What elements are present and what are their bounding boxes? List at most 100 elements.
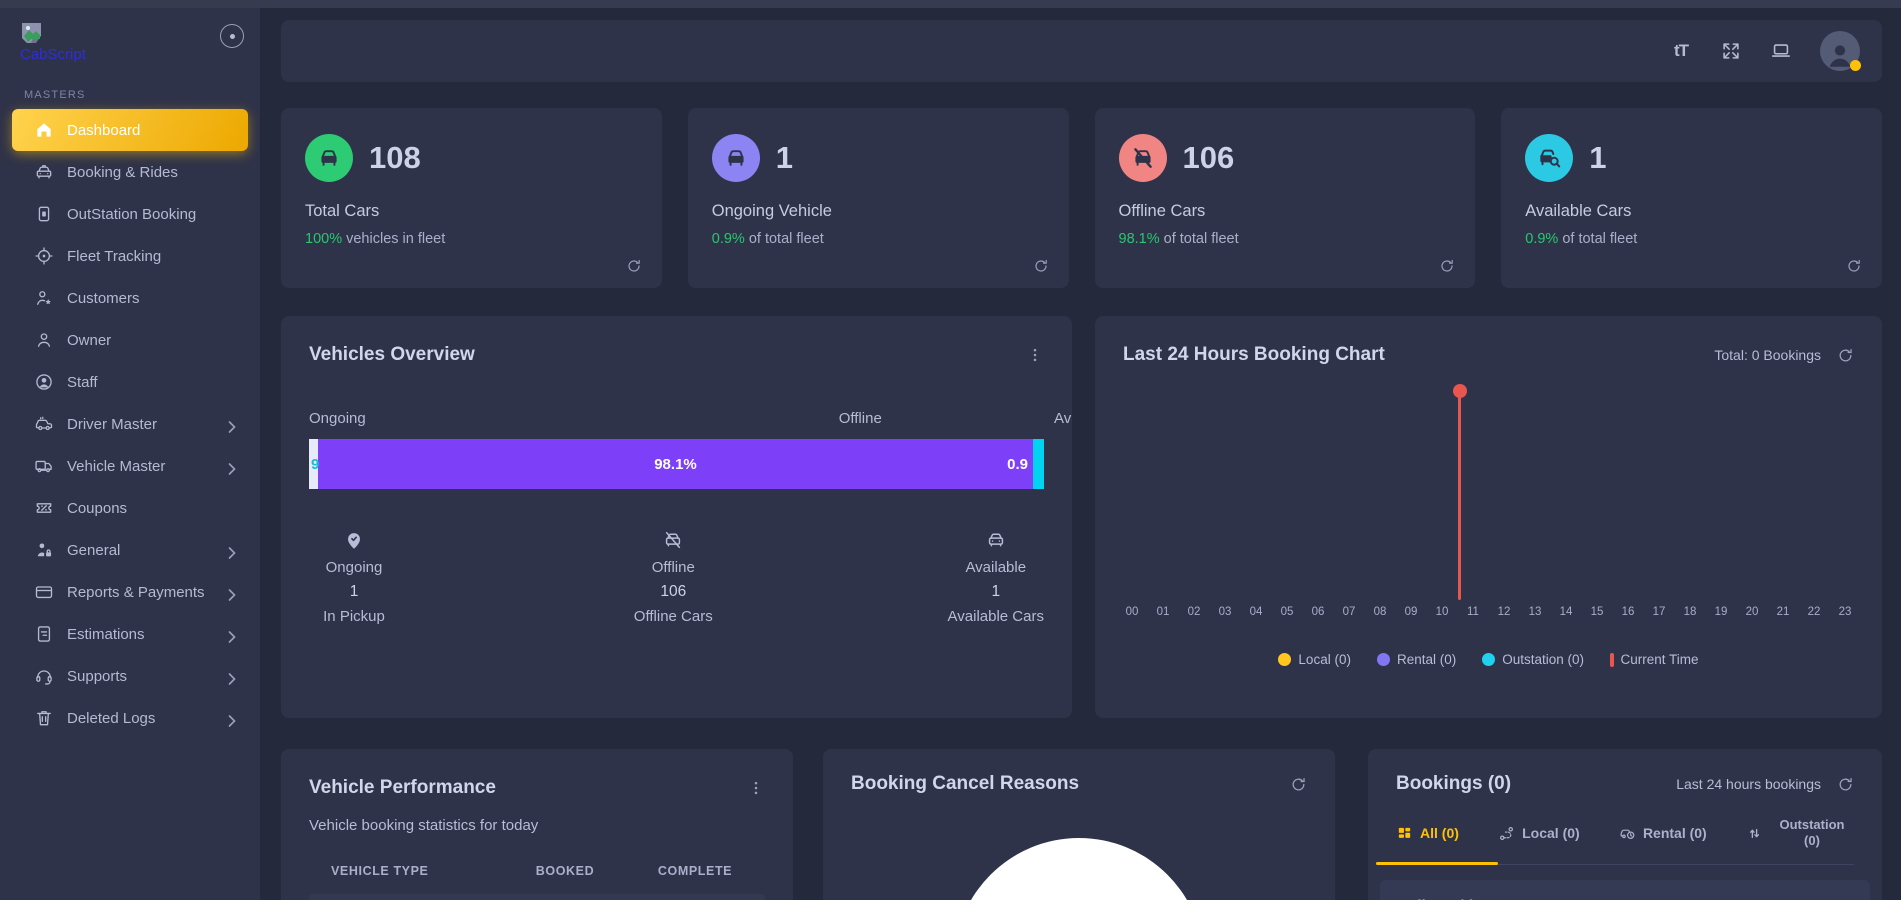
overview-stat-ongoing: Ongoing 1 In Pickup bbox=[309, 529, 399, 625]
booking-chart-x-axis: 00 01 02 03 04 05 06 07 08 09 10 11 12 13 14 15 … bbox=[1125, 606, 1852, 618]
sidebar-item-general[interactable]: General bbox=[12, 529, 248, 571]
sidebar-item-outstation-booking[interactable]: OutStation Booking bbox=[12, 193, 248, 235]
user-star-icon bbox=[34, 288, 54, 308]
sidebar-item-fleet-tracking[interactable]: Fleet Tracking bbox=[12, 235, 248, 277]
app-root: CabScript MASTERS Dashboard Booking & Ri… bbox=[0, 0, 1901, 900]
booking-chart-plot-area[interactable] bbox=[1123, 372, 1854, 600]
car-side-icon bbox=[34, 414, 54, 434]
bookings-subtitle: Last 24 hours bookings bbox=[1676, 776, 1821, 792]
panel-title: Booking Cancel Reasons bbox=[851, 773, 1080, 794]
panel-title: Vehicle Performance bbox=[309, 777, 496, 798]
grid-icon bbox=[1398, 827, 1411, 838]
sidebar-item-label: Owner bbox=[67, 331, 112, 349]
outstation-dot-icon bbox=[1482, 653, 1496, 666]
sidebar-item-label: Dashboard bbox=[67, 121, 141, 139]
stat-value: 1 bbox=[775, 140, 793, 175]
sidebar-item-dashboard[interactable]: Dashboard bbox=[12, 109, 248, 151]
header-bar: tT bbox=[281, 20, 1882, 82]
sidebar-item-label: Reports & Payments bbox=[67, 583, 205, 601]
label-available: Available bbox=[1054, 410, 1072, 427]
brand-name: CabScript bbox=[20, 46, 86, 63]
tab-outstation[interactable]: Outstation (0) bbox=[1746, 817, 1854, 850]
refresh-icon[interactable] bbox=[1837, 776, 1854, 793]
sidebar-item-label: Estimations bbox=[67, 625, 145, 643]
tab-rental[interactable]: Rental (0) bbox=[1619, 825, 1707, 842]
sidebar-item-deleted-logs[interactable]: Deleted Logs bbox=[12, 697, 248, 739]
chevron-right-icon bbox=[222, 711, 236, 727]
chevron-right-icon bbox=[222, 585, 236, 601]
vehicles-overview-panel: Vehicles Overview Ongoing Offline Availa… bbox=[281, 316, 1072, 718]
stat-value: 108 bbox=[369, 140, 421, 175]
tab-local[interactable]: Local (0) bbox=[1498, 825, 1580, 842]
bar-segment-available[interactable] bbox=[1033, 439, 1044, 489]
bar-label-ongoing-clipped: 9 bbox=[311, 455, 320, 473]
refresh-icon[interactable] bbox=[1439, 258, 1455, 274]
table-row[interactable] bbox=[309, 894, 765, 900]
user-lock-icon bbox=[34, 540, 54, 560]
brand-logo[interactable]: CabScript bbox=[0, 8, 260, 63]
stat-label: Ongoing Vehicle bbox=[711, 202, 832, 220]
refresh-icon[interactable] bbox=[626, 258, 642, 274]
stat-card-total-cars: 108 Total Cars 100% vehicles in fleet bbox=[281, 108, 662, 288]
sidebar-item-label: Supports bbox=[67, 667, 128, 685]
sidebar-item-estimations[interactable]: Estimations bbox=[12, 613, 248, 655]
vehicle-performance-panel: Vehicle Performance Vehicle booking stat… bbox=[281, 749, 793, 900]
user-icon bbox=[34, 330, 54, 350]
sidebar-pin-toggle-icon[interactable] bbox=[220, 24, 244, 48]
sidebar-item-coupons[interactable]: Coupons bbox=[12, 487, 248, 529]
car-front-icon bbox=[305, 134, 353, 182]
sidebar-item-label: OutStation Booking bbox=[67, 205, 197, 223]
cancel-reasons-pie-chart[interactable] bbox=[954, 838, 1204, 900]
refresh-icon[interactable] bbox=[1290, 776, 1307, 793]
sidebar-item-label: Deleted Logs bbox=[67, 709, 156, 727]
sidebar-item-vehicle-master[interactable]: Vehicle Master bbox=[12, 445, 248, 487]
laptop-icon[interactable] bbox=[1770, 40, 1792, 62]
sidebar-item-supports[interactable]: Supports bbox=[12, 655, 248, 697]
stat-value: 106 bbox=[1182, 140, 1235, 175]
top-scrollbar-strip[interactable] bbox=[0, 0, 1901, 8]
sidebar-item-label: Fleet Tracking bbox=[67, 247, 162, 265]
col-header-vehicle-type: VEHICLE TYPE bbox=[331, 864, 429, 878]
vehicles-overview-stacked-bar[interactable]: 98.1% 9 0.9 bbox=[309, 439, 1044, 489]
sidebar-item-booking-rides[interactable]: Booking & Rides bbox=[12, 151, 248, 193]
chevron-right-icon bbox=[222, 543, 236, 559]
refresh-icon[interactable] bbox=[1033, 258, 1049, 274]
more-options-icon[interactable] bbox=[747, 779, 765, 797]
current-time-marker bbox=[1457, 390, 1462, 600]
text-size-icon[interactable]: tT bbox=[1670, 40, 1692, 62]
booking-cancel-reasons-panel: Booking Cancel Reasons bbox=[823, 749, 1335, 900]
booking-chart-panel: Last 24 Hours Booking Chart Total: 0 Boo… bbox=[1095, 316, 1882, 718]
sidebar-item-label: General bbox=[67, 541, 121, 559]
tab-all[interactable]: All (0) bbox=[1396, 825, 1459, 842]
vehicles-icon bbox=[34, 456, 54, 476]
stat-label: Offline Cars bbox=[1118, 202, 1206, 220]
bookings-panel: Bookings (0) Last 24 hours bookings All … bbox=[1368, 749, 1882, 900]
overview-stats: Ongoing 1 In Pickup Offline 106 Offline … bbox=[309, 529, 1044, 625]
sidebar-section-label: MASTERS bbox=[24, 89, 86, 101]
sidebar-menu: Dashboard Booking & Rides OutStation Boo… bbox=[0, 109, 260, 739]
panel-subtitle: Vehicle booking statistics for today bbox=[309, 817, 539, 834]
credit-card-icon bbox=[34, 582, 54, 602]
sidebar-item-driver-master[interactable]: Driver Master bbox=[12, 403, 248, 445]
sidebar-item-reports-payments[interactable]: Reports & Payments bbox=[12, 571, 248, 613]
refresh-icon[interactable] bbox=[1837, 347, 1854, 364]
sidebar: CabScript MASTERS Dashboard Booking & Ri… bbox=[0, 8, 260, 900]
sidebar-item-label: Customers bbox=[67, 289, 140, 307]
sidebar-item-staff[interactable]: Staff bbox=[12, 361, 248, 403]
sidebar-item-owner[interactable]: Owner bbox=[12, 319, 248, 361]
user-circle-icon bbox=[34, 372, 54, 392]
headset-icon bbox=[34, 666, 54, 686]
bar-segment-offline[interactable]: 98.1% bbox=[318, 439, 1033, 489]
tabs-underline bbox=[1376, 861, 1854, 866]
refresh-icon[interactable] bbox=[1846, 258, 1862, 274]
route-icon bbox=[1500, 826, 1514, 840]
user-avatar[interactable] bbox=[1820, 31, 1861, 71]
active-tab-indicator bbox=[1376, 861, 1498, 865]
chevron-right-icon bbox=[222, 627, 236, 643]
sidebar-item-customers[interactable]: Customers bbox=[12, 277, 248, 319]
fullscreen-icon[interactable] bbox=[1720, 40, 1742, 62]
overview-bar-labels: Ongoing Offline Available bbox=[309, 410, 1072, 427]
chevron-right-icon bbox=[222, 669, 236, 685]
more-options-icon[interactable] bbox=[1026, 346, 1044, 364]
legend-outstation: Outstation (0) bbox=[1482, 652, 1584, 667]
